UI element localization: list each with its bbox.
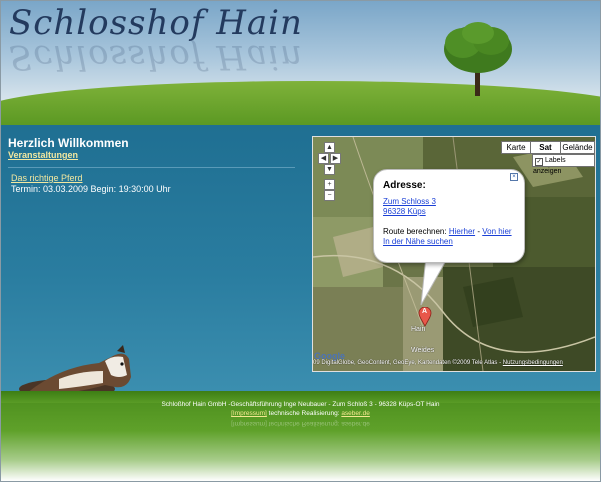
map-type-karte[interactable]: Karte	[501, 141, 531, 154]
map-type-sat[interactable]: Sat	[530, 141, 561, 154]
place-label-weides: Weides	[411, 347, 435, 354]
pan-down-icon[interactable]: ▼	[324, 164, 335, 175]
footer-realisation-label: technische Realisierung:	[266, 410, 342, 417]
map-info-window: × Adresse: Zum Schloss 3 96328 Küps Rout…	[373, 169, 525, 263]
google-map[interactable]: Karte Sat Gelände ✓ Labels anzeigen ▲ ◀ ▶…	[312, 136, 596, 372]
zoom-in-icon[interactable]: +	[324, 179, 335, 190]
place-label-hain: Hain	[411, 326, 426, 333]
main-content: Herzlich Willkommen Veranstaltungen Das …	[1, 125, 600, 399]
close-icon[interactable]: ×	[510, 173, 518, 181]
search-nearby-link[interactable]: In der Nähe suchen	[383, 237, 453, 246]
info-window-tail	[420, 257, 449, 306]
map-copyright: 09 DigitalGlobe, GeoContent, GeoEye, Kar…	[313, 360, 563, 366]
site-logo-reflection: Schlosshof Hain	[9, 37, 303, 77]
footer: Schloßhof Hain GmbH -Geschäftsführung In…	[1, 391, 600, 481]
labels-toggle[interactable]: ✓ Labels anzeigen	[532, 154, 595, 175]
zoom-out-icon[interactable]: −	[324, 190, 335, 201]
footer-reflection: [Impressum] technische Realisierung: ase…	[231, 420, 370, 427]
marker-letter: A	[422, 308, 428, 315]
header-banner: Schlosshof Hain Schlosshof Hain	[1, 1, 600, 125]
realisation-link[interactable]: aseber.de	[341, 410, 370, 417]
route-label: Route berechnen:	[383, 227, 447, 236]
footer-company-info: Schloßhof Hain GmbH -Geschäftsführung In…	[161, 401, 440, 408]
tree-image	[444, 22, 512, 96]
pan-right-icon[interactable]: ▶	[330, 153, 341, 164]
address-heading: Adresse:	[383, 180, 426, 191]
terms-link[interactable]: Nutzungsbedingungen	[503, 360, 563, 366]
divider	[8, 167, 295, 168]
route-row: Route berechnen: Hierher - Von hier	[383, 227, 512, 236]
address-city-link[interactable]: 96328 Küps	[383, 207, 426, 216]
checkbox-icon[interactable]: ✓	[535, 158, 543, 166]
address-street-link[interactable]: Zum Schloss 3	[383, 197, 436, 206]
events-link[interactable]: Veranstaltungen	[8, 150, 78, 160]
map-type-gelaende[interactable]: Gelände	[560, 141, 595, 154]
pan-up-icon[interactable]: ▲	[324, 142, 335, 153]
route-to-link[interactable]: Hierher	[449, 227, 475, 236]
page-frame: Schlosshof Hain Schlosshof Hain Herzlich…	[0, 0, 601, 482]
event-date-info: Termin: 03.03.2009 Begin: 19:30:00 Uhr	[11, 184, 171, 194]
pan-left-icon[interactable]: ◀	[318, 153, 329, 164]
footer-links-row: [Impressum] technische Realisierung: ase…	[1, 410, 600, 417]
copyright-text: 09 DigitalGlobe, GeoContent, GeoEye, Kar…	[313, 360, 503, 366]
horse-image	[19, 345, 131, 399]
route-separator: -	[477, 227, 480, 236]
welcome-heading: Herzlich Willkommen	[8, 136, 129, 150]
route-from-link[interactable]: Von hier	[482, 227, 511, 236]
event-title-link[interactable]: Das richtige Pferd	[11, 173, 83, 183]
impressum-link[interactable]: [Impressum]	[231, 410, 267, 417]
